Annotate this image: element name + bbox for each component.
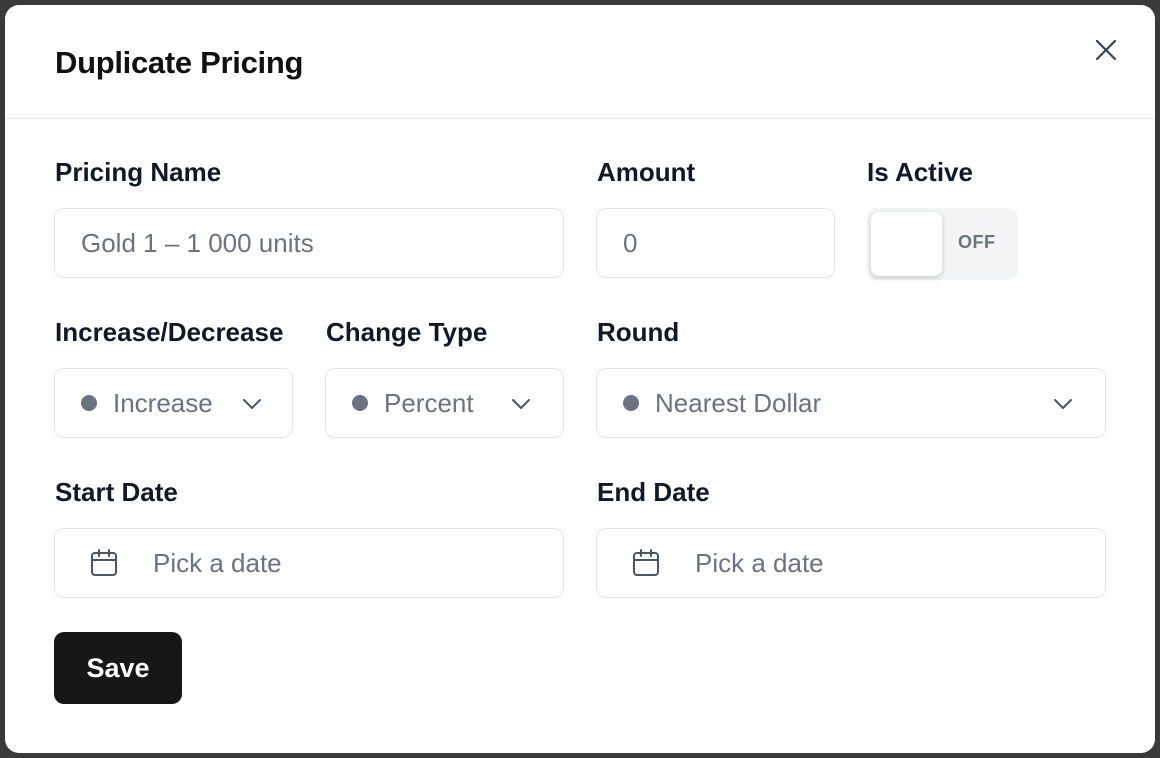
toggle-knob <box>871 212 942 276</box>
pricing-name-input[interactable]: Gold 1 – 1 000 units <box>54 208 564 278</box>
toggle-state-text: OFF <box>958 232 996 252</box>
start-date-placeholder: Pick a date <box>153 547 282 578</box>
chevron-down-icon <box>243 399 261 409</box>
chevron-down-icon <box>512 399 530 409</box>
change-type-value: Percent <box>384 387 474 418</box>
chevron-down-icon <box>1054 399 1072 409</box>
end-date-picker[interactable]: Pick a date <box>596 528 1106 598</box>
close-button[interactable] <box>1091 35 1121 65</box>
calendar-icon <box>633 549 659 576</box>
change-type-label: Change Type <box>326 317 488 347</box>
end-date-label: End Date <box>597 477 710 507</box>
dialog-title: Duplicate Pricing <box>55 45 304 80</box>
round-value: Nearest Dollar <box>655 387 822 418</box>
increase-decrease-label: Increase/Decrease <box>55 317 284 347</box>
dialog-header: Duplicate Pricing <box>5 5 1155 119</box>
amount-input[interactable]: 0 <box>596 208 835 278</box>
round-select[interactable]: Nearest Dollar <box>596 368 1106 438</box>
start-date-label: Start Date <box>55 477 178 507</box>
pricing-name-label: Pricing Name <box>55 157 222 187</box>
round-label: Round <box>597 317 680 347</box>
is-active-toggle[interactable]: OFF <box>867 208 1018 280</box>
close-icon <box>1095 39 1117 61</box>
amount-label: Amount <box>597 157 696 187</box>
is-active-label: Is Active <box>867 157 973 187</box>
status-dot <box>352 395 368 411</box>
change-type-select[interactable]: Percent <box>325 368 564 438</box>
duplicate-pricing-dialog: Duplicate Pricing Pricing Name Gold 1 – … <box>5 5 1155 753</box>
increase-decrease-select[interactable]: Increase <box>54 368 293 438</box>
start-date-picker[interactable]: Pick a date <box>54 528 564 598</box>
amount-value: 0 <box>623 227 638 258</box>
pricing-name-placeholder: Gold 1 – 1 000 units <box>81 227 314 258</box>
end-date-placeholder: Pick a date <box>695 547 824 578</box>
status-dot <box>81 395 97 411</box>
save-button[interactable]: Save <box>54 632 182 704</box>
status-dot <box>623 395 639 411</box>
calendar-icon <box>91 549 117 576</box>
increase-decrease-value: Increase <box>113 387 213 418</box>
